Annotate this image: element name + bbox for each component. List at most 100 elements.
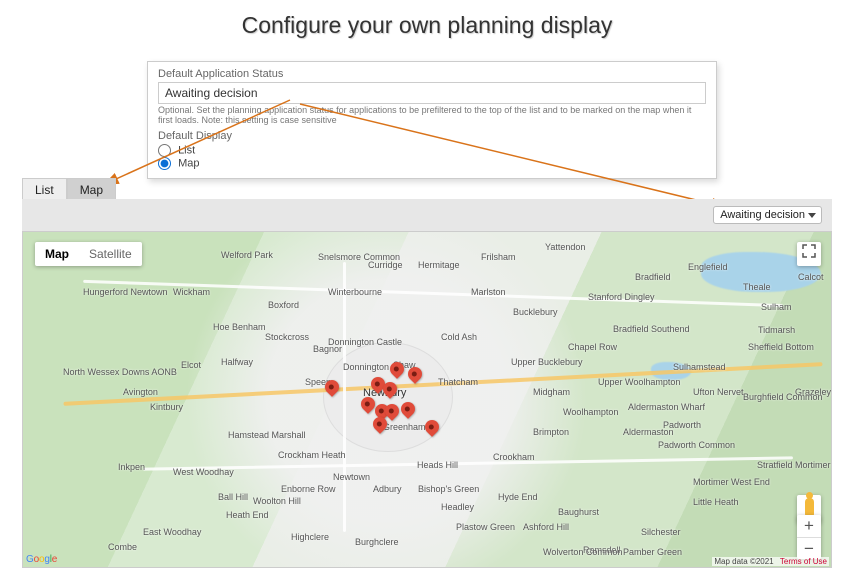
town-label: Heath End [226,510,269,520]
map-type-map[interactable]: Map [35,242,79,266]
map-attribution: Map data ©2021 Terms of Use [712,557,829,566]
town-label: Hamstead Marshall [228,430,306,440]
town-label: Combe [108,542,137,552]
town-label: Little Heath [693,497,739,507]
town-label: Hungerford Newtown [83,287,168,297]
page-title: Configure your own planning display [0,12,854,39]
default-status-input[interactable] [158,82,706,104]
town-label: Thatcham [438,377,478,387]
display-radio-map[interactable] [158,157,171,170]
map-type-satellite[interactable]: Satellite [79,242,142,266]
display-option-list[interactable]: List [158,144,706,157]
status-field-label: Default Application Status [158,68,706,80]
town-label: Calcot [798,272,824,282]
town-label: Baughurst [558,507,599,517]
town-label: Frilsham [481,252,516,262]
terms-link[interactable]: Terms of Use [780,557,827,566]
tab-map[interactable]: Map [67,178,116,201]
town-label: Mortimer West End [693,477,770,487]
town-label: Bagnor [313,344,342,354]
town-label: Heads Hill [417,460,458,470]
town-label: Stratfield Mortimer [757,460,831,470]
town-label: Ufton Nervet [693,387,744,397]
display-radio-list-label: List [178,144,195,156]
display-radio-list[interactable] [158,144,171,157]
town-label: Welford Park [221,250,273,260]
config-panel: Default Application Status Optional. Set… [147,61,717,179]
town-label: Avington [123,387,158,397]
town-label: Newtown [333,472,370,482]
map-type-toggle: Map Satellite [35,242,142,266]
town-label: Hoe Benham [213,322,266,332]
town-label: Upper Bucklebury [511,357,583,367]
town-label: Headley [441,502,474,512]
town-label: Bishop's Green [418,484,479,494]
town-label: Donnington [343,362,389,372]
town-label: Tidmarsh [758,325,795,335]
town-label: Enborne Row [281,484,336,494]
zoom-in-button[interactable]: + [797,515,821,537]
town-label: Padworth [663,420,701,430]
map-road [343,262,346,532]
town-label: Sulham [761,302,792,312]
town-label: East Woodhay [143,527,201,537]
town-label: Hyde End [498,492,538,502]
fullscreen-icon [802,244,816,258]
status-filter-select[interactable]: Awaiting decision [713,206,822,224]
status-helper-text: Optional. Set the planning application s… [158,106,706,126]
town-label: Brimpton [533,427,569,437]
town-label: Snelsmore Common [318,252,400,262]
map-container[interactable]: NewburyThatchamGreenhamDonningtonSpeenHu… [22,231,832,568]
town-label: Theale [743,282,771,292]
town-label: Upper Woolhampton [598,377,680,387]
town-label: Burghclere [355,537,399,547]
display-radio-map-label: Map [178,157,199,169]
town-label: Wickham [173,287,210,297]
zoom-out-button[interactable]: − [797,537,821,559]
town-label: Aldermaston Wharf [628,402,705,412]
town-label: Marlston [471,287,506,297]
town-label: Bucklebury [513,307,558,317]
town-label: Highclere [291,532,329,542]
town-label: Crookham [493,452,535,462]
town-label: Stanford Dingley [588,292,655,302]
town-label: Woolhampton [563,407,618,417]
google-logo: Google [26,554,57,565]
filter-bar: Awaiting decision [22,199,832,231]
town-label: Adbury [373,484,402,494]
town-label: Ashford Hill [523,522,569,532]
zoom-control: + − [797,515,821,559]
town-label: Padworth Common [658,440,735,450]
town-label: Sheffield Bottom [748,342,814,352]
town-label: Burghfield Common [743,392,823,402]
view-tabs: List Map [22,178,116,201]
town-label: Crockham Heath [278,450,346,460]
town-label: Stockcross [265,332,309,342]
town-label: Sulhamstead [673,362,726,372]
town-label: Inkpen [118,462,145,472]
town-label: Kintbury [150,402,183,412]
town-label: Wolverton Common [543,547,622,557]
town-label: Chapel Row [568,342,617,352]
town-label: Bradfield [635,272,671,282]
town-label: Hermitage [418,260,460,270]
town-label: Bradfield Southend [613,324,690,334]
town-label: Yattendon [545,242,585,252]
fullscreen-button[interactable] [797,242,821,266]
town-label: Halfway [221,357,253,367]
town-label: West Woodhay [173,467,234,477]
town-label: Cold Ash [441,332,477,342]
pegman-icon [805,498,814,516]
status-filter-selected: Awaiting decision [720,209,805,221]
town-label: Elcot [181,360,201,370]
town-label: Winterbourne [328,287,382,297]
town-label: Midgham [533,387,570,397]
map-canvas[interactable]: NewburyThatchamGreenhamDonningtonSpeenHu… [23,232,831,567]
display-field-label: Default Display [158,130,706,142]
map-road [143,456,793,470]
display-option-map[interactable]: Map [158,157,706,170]
town-label: Woolton Hill [253,496,301,506]
town-label: Greenham [383,422,426,432]
tab-list[interactable]: List [22,178,67,201]
town-label: Boxford [268,300,299,310]
